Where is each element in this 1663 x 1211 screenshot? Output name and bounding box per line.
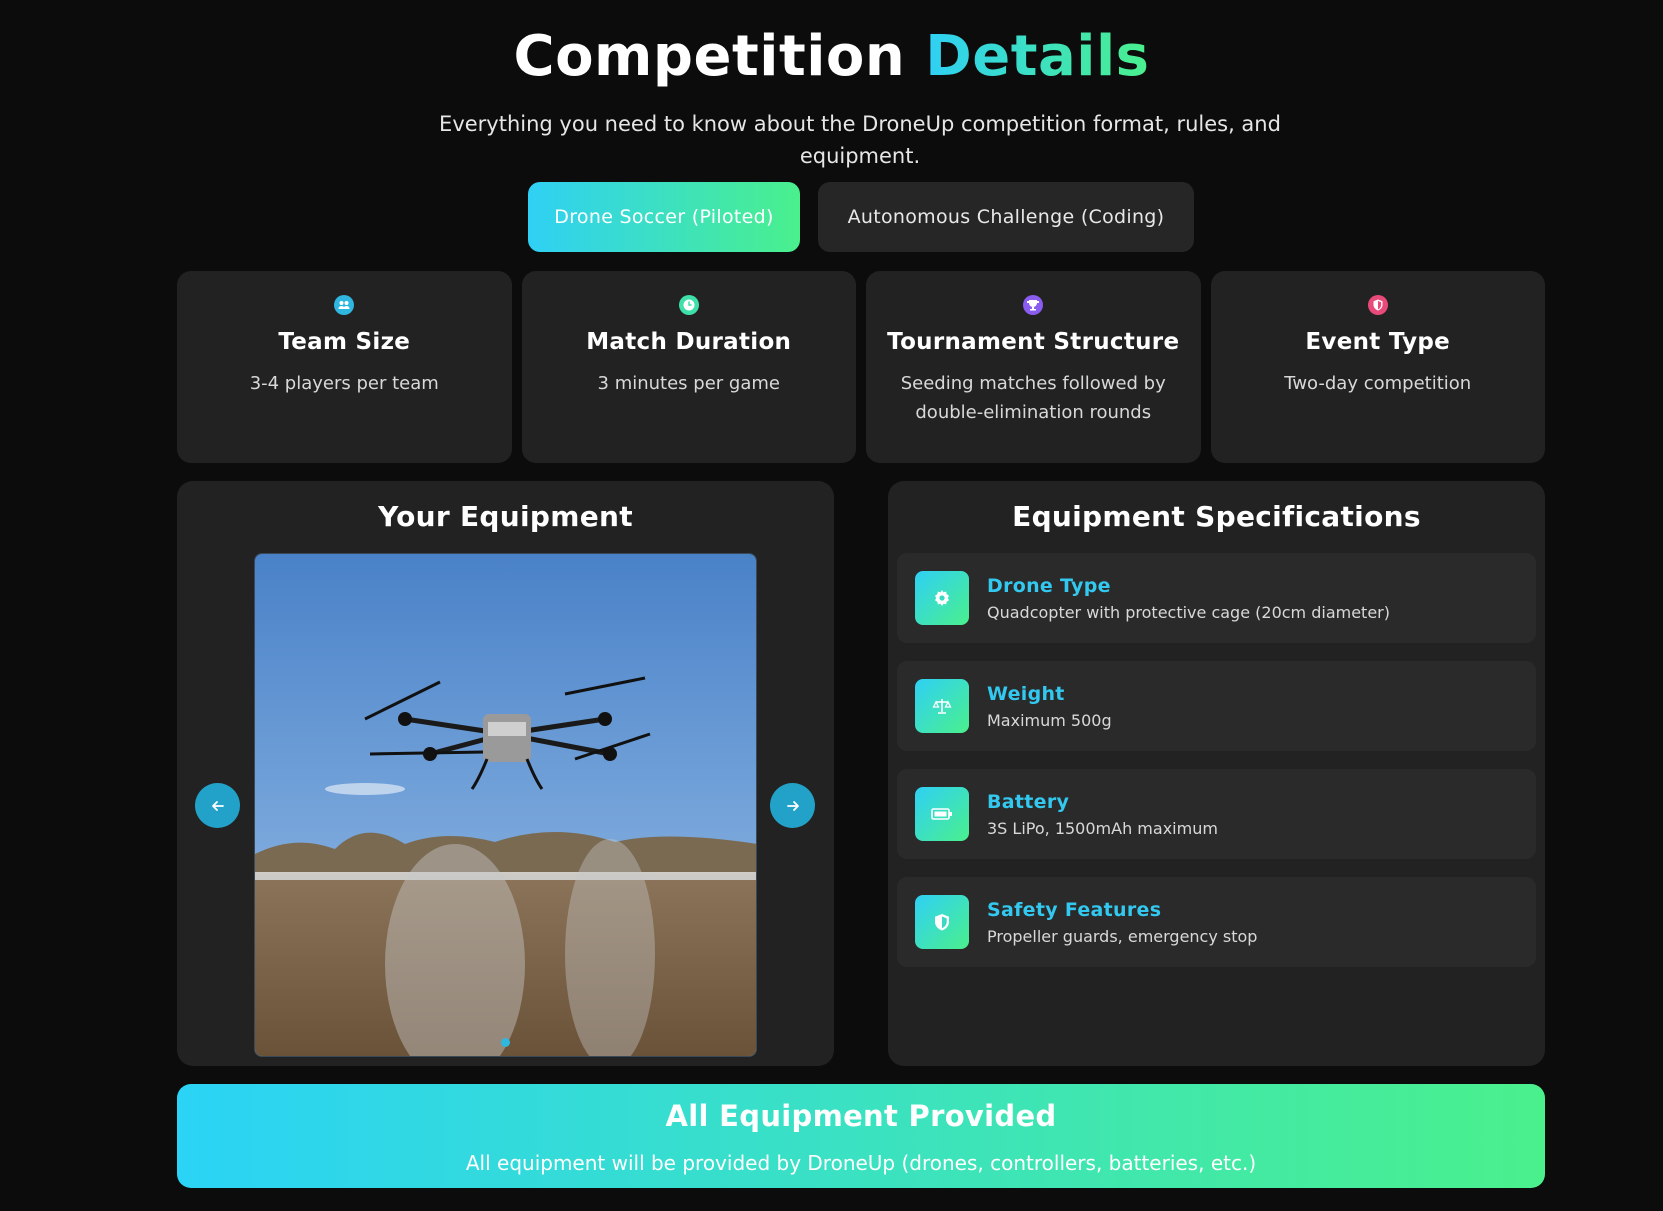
title-main: Competition: [513, 24, 906, 89]
gear-icon: [915, 571, 969, 625]
equipment-title: Your Equipment: [378, 500, 633, 533]
shield-icon: [1367, 295, 1388, 315]
arrow-left-icon: [211, 800, 224, 811]
carousel-prev-button[interactable]: [195, 783, 240, 828]
spec-value: 3S LiPo, 1500mAh maximum: [987, 819, 1218, 838]
card-description: Two-day competition: [1284, 373, 1472, 394]
info-card-event-type: Event Type Two-day competition: [1210, 271, 1545, 463]
info-card-team-size: Team Size 3-4 players per team: [177, 271, 512, 463]
trophy-icon: [1023, 295, 1044, 315]
info-card-tournament-structure: Tournament Structure Seeding matches fol…: [866, 271, 1201, 463]
card-title: Team Size: [278, 329, 411, 355]
card-description: 3-4 players per team: [249, 373, 439, 394]
page-subtitle: Everything you need to know about the Dr…: [439, 112, 1281, 168]
equipment-image: [254, 553, 757, 1057]
spec-value: Propeller guards, emergency stop: [987, 927, 1258, 946]
banner-description: All equipment will be provided by DroneU…: [465, 1151, 1257, 1175]
banner-title: All Equipment Provided: [665, 1099, 1057, 1133]
clock-icon: [678, 295, 699, 315]
spec-item-weight: Weight Maximum 500g: [897, 661, 1536, 751]
equipment-provided-banner: All Equipment Provided All equipment wil…: [177, 1084, 1545, 1188]
spec-item-drone-type: Drone Type Quadcopter with protective ca…: [897, 553, 1536, 643]
spec-item-safety-features: Safety Features Propeller guards, emerge…: [897, 877, 1536, 967]
specifications-panel: Equipment Specifications Drone Type Quad…: [888, 481, 1545, 1066]
tab-drone-soccer[interactable]: Drone Soccer (Piloted): [528, 182, 800, 252]
card-title: Tournament Structure: [887, 329, 1180, 355]
spec-name: Weight: [987, 683, 1065, 705]
spec-name: Safety Features: [987, 899, 1162, 921]
shield-icon: [915, 895, 969, 949]
spec-item-battery: Battery 3S LiPo, 1500mAh maximum: [897, 769, 1536, 859]
arrow-right-icon: [786, 800, 799, 811]
card-title: Event Type: [1305, 329, 1451, 355]
carousel-dot[interactable]: [501, 1038, 510, 1047]
scale-icon: [915, 679, 969, 733]
team-icon: [334, 295, 355, 315]
competition-details-section: Competition Details Everything you need …: [0, 0, 1663, 1211]
carousel-next-button[interactable]: [770, 783, 815, 828]
page-title: Competition Details: [0, 20, 1663, 94]
spec-value: Quadcopter with protective cage (20cm di…: [987, 603, 1390, 622]
info-cards: Team Size 3-4 players per team Match Dur…: [177, 271, 1545, 463]
card-title: Match Duration: [586, 329, 792, 355]
tab-autonomous-challenge[interactable]: Autonomous Challenge (Coding): [818, 182, 1194, 252]
spec-name: Drone Type: [987, 575, 1111, 597]
info-card-match-duration: Match Duration 3 minutes per game: [521, 271, 856, 463]
card-description: 3 minutes per game: [597, 373, 780, 394]
card-description: Seeding matches followed by double-elimi…: [900, 373, 1166, 423]
battery-icon: [915, 787, 969, 841]
title-accent: Details: [925, 24, 1150, 89]
equipment-panel: Your Equipment: [177, 481, 834, 1066]
spec-value: Maximum 500g: [987, 711, 1112, 730]
specifications-title: Equipment Specifications: [1012, 500, 1421, 533]
competition-tabs: Drone Soccer (Piloted) Autonomous Challe…: [528, 182, 1194, 252]
spec-name: Battery: [987, 791, 1070, 813]
